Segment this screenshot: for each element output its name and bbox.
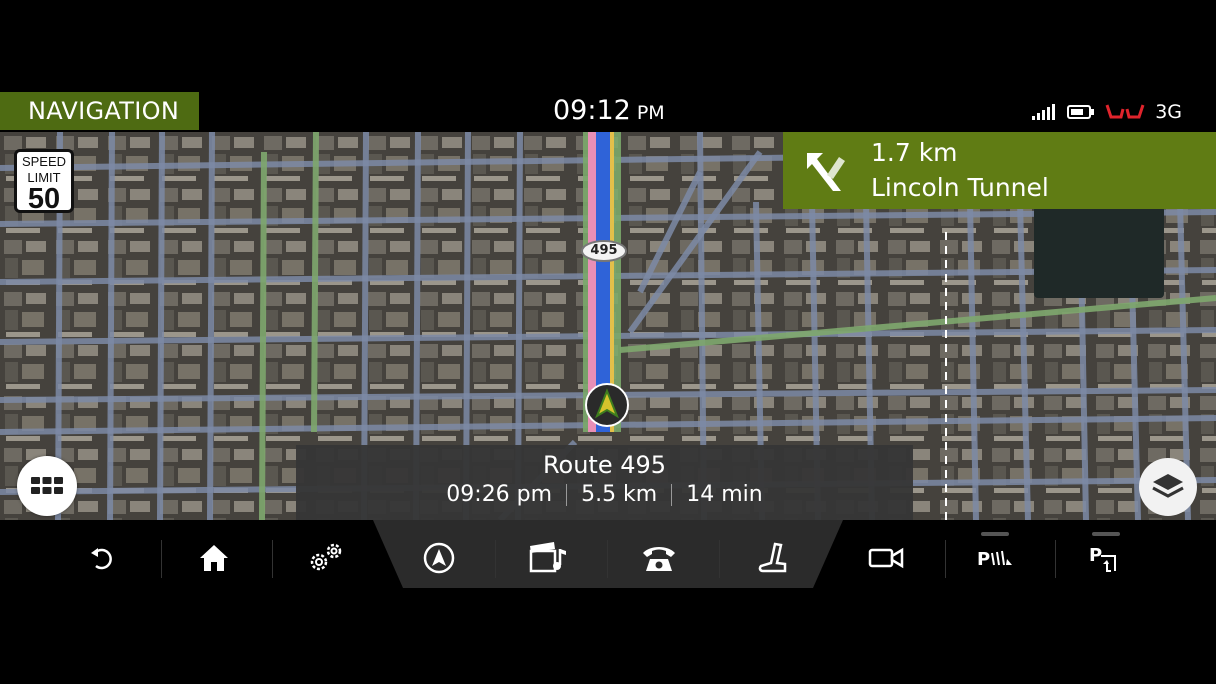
status-icons: 3G xyxy=(1031,100,1182,124)
infotainment-screen: NAVIGATION 09:12 PM 3G 495 SPEED LIMIT 5… xyxy=(0,0,1216,684)
park-exit-icon: P xyxy=(1089,545,1116,572)
svg-text:P: P xyxy=(1089,545,1102,566)
speed-limit-sign: SPEED LIMIT 50 xyxy=(14,149,74,215)
remaining-distance: 5.5 km xyxy=(581,482,658,507)
clock: 09:12 PM xyxy=(553,96,665,128)
next-turn-panel[interactable]: 1.7 km Lincoln Tunnel xyxy=(783,132,1216,209)
nav-divider xyxy=(272,540,273,578)
signal-icon xyxy=(1032,104,1056,120)
arrival-time: 09:26 pm xyxy=(446,482,553,507)
vehicle-position-icon xyxy=(585,383,629,427)
seat-belt-icon xyxy=(1105,104,1145,119)
seat-icon xyxy=(758,542,787,573)
nav-divider xyxy=(161,540,162,578)
route-meta: 09:26 pm 5.5 km 14 min xyxy=(296,480,913,510)
network-type: 3G xyxy=(1155,101,1182,123)
nav-divider xyxy=(945,540,946,578)
bottom-nav-bar: P P xyxy=(0,520,1216,600)
route-name: Route 495 xyxy=(542,451,667,479)
layers-icon xyxy=(1152,474,1184,498)
nav-divider xyxy=(1055,540,1056,578)
back-button[interactable] xyxy=(74,534,130,582)
phone-icon xyxy=(643,547,675,571)
meta-separator xyxy=(566,484,568,506)
turn-street-name: Lincoln Tunnel xyxy=(871,173,1049,202)
svg-text:P: P xyxy=(977,549,990,570)
route-summary-panel[interactable]: Route 495 09:26 pm 5.5 km 14 min xyxy=(296,445,913,520)
clock-ampm: PM xyxy=(636,102,665,124)
meta-separator xyxy=(671,484,673,506)
navigation-icon xyxy=(423,542,455,574)
camera-button[interactable] xyxy=(858,534,914,582)
turn-distance: 1.7 km xyxy=(871,138,958,167)
grid-icon xyxy=(31,477,63,494)
seat-button[interactable] xyxy=(744,534,800,582)
park-exit-button[interactable]: P xyxy=(1078,534,1134,582)
phone-button[interactable] xyxy=(631,534,687,582)
clock-time: 09:12 xyxy=(553,95,631,126)
home-button[interactable] xyxy=(186,534,242,582)
camera-icon xyxy=(868,547,904,569)
app-title: NAVIGATION xyxy=(0,92,199,130)
nav-divider xyxy=(607,540,608,578)
park-assist-icon: P xyxy=(977,549,1012,570)
speed-limit-value: 50 xyxy=(27,183,61,215)
nav-divider xyxy=(495,540,496,578)
home-icon xyxy=(200,545,228,571)
battery-icon xyxy=(1067,105,1095,119)
settings-icon xyxy=(310,543,342,571)
settings-button[interactable] xyxy=(298,534,354,582)
park-assist-button[interactable]: P xyxy=(967,534,1023,582)
speed-limit-label-1: SPEED xyxy=(21,154,67,169)
status-bar: NAVIGATION 09:12 PM 3G xyxy=(0,92,1216,132)
turn-left-ramp-icon xyxy=(807,153,845,191)
apps-grid-button[interactable] xyxy=(17,456,77,516)
navigation-button[interactable] xyxy=(411,534,467,582)
media-icon xyxy=(529,542,566,573)
route-shield-label: 495 xyxy=(590,243,618,258)
media-button[interactable] xyxy=(520,534,576,582)
back-icon xyxy=(91,548,112,570)
map-layers-button[interactable] xyxy=(1139,458,1197,516)
nav-divider xyxy=(719,540,720,578)
remaining-duration: 14 min xyxy=(686,482,763,507)
